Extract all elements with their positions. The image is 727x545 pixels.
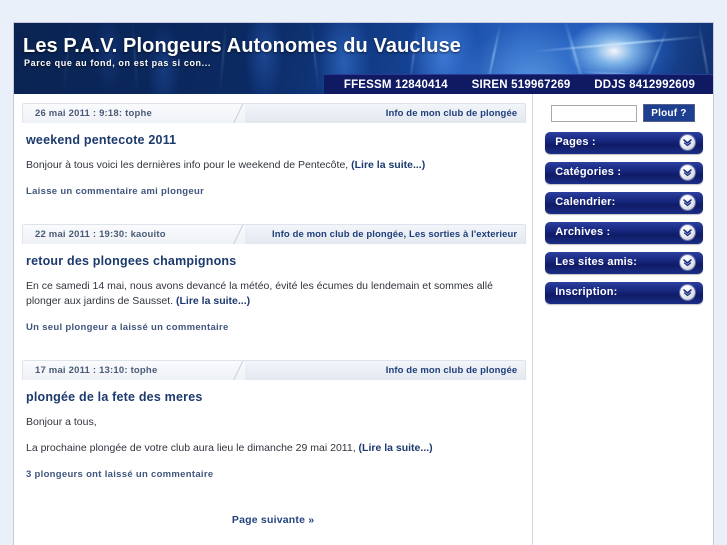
page-root: Les P.A.V. Plongeurs Autonomes du Vauclu… (0, 0, 727, 545)
sidebar-item-label: Calendrier: (555, 196, 616, 208)
post-title[interactable]: plongée de la fete des meres (26, 390, 532, 404)
sidebar-item-label: Archives : (555, 226, 611, 238)
registration-siren: SIREN 519967269 (471, 78, 571, 91)
post-excerpt: La prochaine plongée de votre club aura … (26, 442, 356, 454)
post-date: 26 mai 2011 : 9:18: tophe (35, 108, 152, 119)
post-body: La prochaine plongée de votre club aura … (26, 441, 520, 456)
chevron-double-down-icon[interactable] (680, 195, 695, 210)
post-comments-link[interactable]: Un seul plongeur a laissé un commentaire (26, 322, 532, 351)
sidebar-item-label: Les sites amis: (555, 256, 638, 268)
chevron-double-down-icon[interactable] (680, 225, 695, 240)
post-excerpt: Bonjour à tous voici les dernières info … (26, 159, 349, 171)
post-title[interactable]: weekend pentecote 2011 (26, 133, 532, 147)
post-categories[interactable]: Info de mon club de plongée (386, 108, 517, 119)
read-more-link[interactable]: (Lire la suite...) (176, 295, 250, 307)
registration-bar: FFESSM 12840414 SIREN 519967269 DDJS 841… (324, 74, 713, 94)
registration-ffessm: FFESSM 12840414 (343, 78, 448, 91)
site-title[interactable]: Les P.A.V. Plongeurs Autonomes du Vauclu… (23, 35, 461, 58)
chevron-double-down-icon[interactable] (680, 255, 695, 270)
body-wrapper: 26 mai 2011 : 9:18: tophe Info de mon cl… (14, 94, 713, 545)
post-title[interactable]: retour des plongees champignons (26, 254, 532, 268)
site-container: Les P.A.V. Plongeurs Autonomes du Vauclu… (13, 22, 714, 545)
post-date: 22 mai 2011 : 19:30: kaouito (35, 229, 166, 240)
sidebar-item-categories[interactable]: Catégories : (545, 162, 703, 184)
sidebar-item-label: Catégories : (555, 166, 622, 178)
post-body: Bonjour à tous voici les dernières info … (26, 158, 520, 173)
sidebar-item-archives[interactable]: Archives : (545, 222, 703, 244)
post-meta-bar: 26 mai 2011 : 9:18: tophe Info de mon cl… (22, 103, 527, 123)
site-banner: Les P.A.V. Plongeurs Autonomes du Vauclu… (14, 23, 713, 94)
sidebar-item-registration[interactable]: Inscription: (545, 282, 703, 304)
post-entry: 17 mai 2011 : 13:10: tophe Info de mon c… (14, 360, 532, 498)
sidebar-item-pages[interactable]: Pages : (545, 132, 703, 154)
post-greeting: Bonjour a tous, (26, 416, 97, 428)
sidebar-item-friend-sites[interactable]: Les sites amis: (545, 252, 703, 274)
post-excerpt: En ce samedi 14 mai, nous avons devancé … (26, 280, 493, 307)
post-categories[interactable]: Info de mon club de plongée, Les sorties… (272, 229, 517, 240)
pagination: Page suivante » (14, 510, 532, 528)
sidebar-item-label: Inscription: (555, 286, 618, 298)
post-body: En ce samedi 14 mai, nous avons devancé … (26, 279, 520, 309)
main-content: 26 mai 2011 : 9:18: tophe Info de mon cl… (14, 94, 534, 545)
post-date: 17 mai 2011 : 13:10: tophe (35, 365, 158, 376)
read-more-link[interactable]: (Lire la suite...) (359, 442, 433, 454)
chevron-double-down-icon[interactable] (680, 165, 695, 180)
sidebar: Plouf ? Pages : Catégories : Calendrier: (533, 94, 713, 545)
site-tagline: Parce que au fond, on est pas si con... (24, 58, 211, 68)
registration-ddjs: DDJS 8412992609 (594, 78, 696, 91)
sidebar-item-label: Pages : (555, 136, 596, 148)
post-meta-bar: 22 mai 2011 : 19:30: kaouito Info de mon… (22, 224, 527, 244)
sidebar-item-calendar[interactable]: Calendrier: (545, 192, 703, 214)
post-meta-bar: 17 mai 2011 : 13:10: tophe Info de mon c… (22, 360, 527, 380)
post-comments-link[interactable]: Laisse un commentaire ami plongeur (26, 186, 532, 215)
read-more-link[interactable]: (Lire la suite...) (351, 159, 425, 171)
post-entry: 26 mai 2011 : 9:18: tophe Info de mon cl… (14, 103, 532, 215)
post-comments-link[interactable]: 3 plongeurs ont laissé un commentaire (26, 469, 532, 498)
chevron-double-down-icon[interactable] (680, 285, 695, 300)
search-form: Plouf ? (551, 104, 705, 122)
post-categories[interactable]: Info de mon club de plongée (386, 365, 517, 376)
post-entry: 22 mai 2011 : 19:30: kaouito Info de mon… (14, 224, 532, 351)
chevron-double-down-icon[interactable] (680, 135, 695, 150)
next-page-link[interactable]: Page suivante » (232, 514, 314, 526)
search-input[interactable] (551, 104, 638, 122)
search-submit-button[interactable]: Plouf ? (643, 104, 695, 122)
